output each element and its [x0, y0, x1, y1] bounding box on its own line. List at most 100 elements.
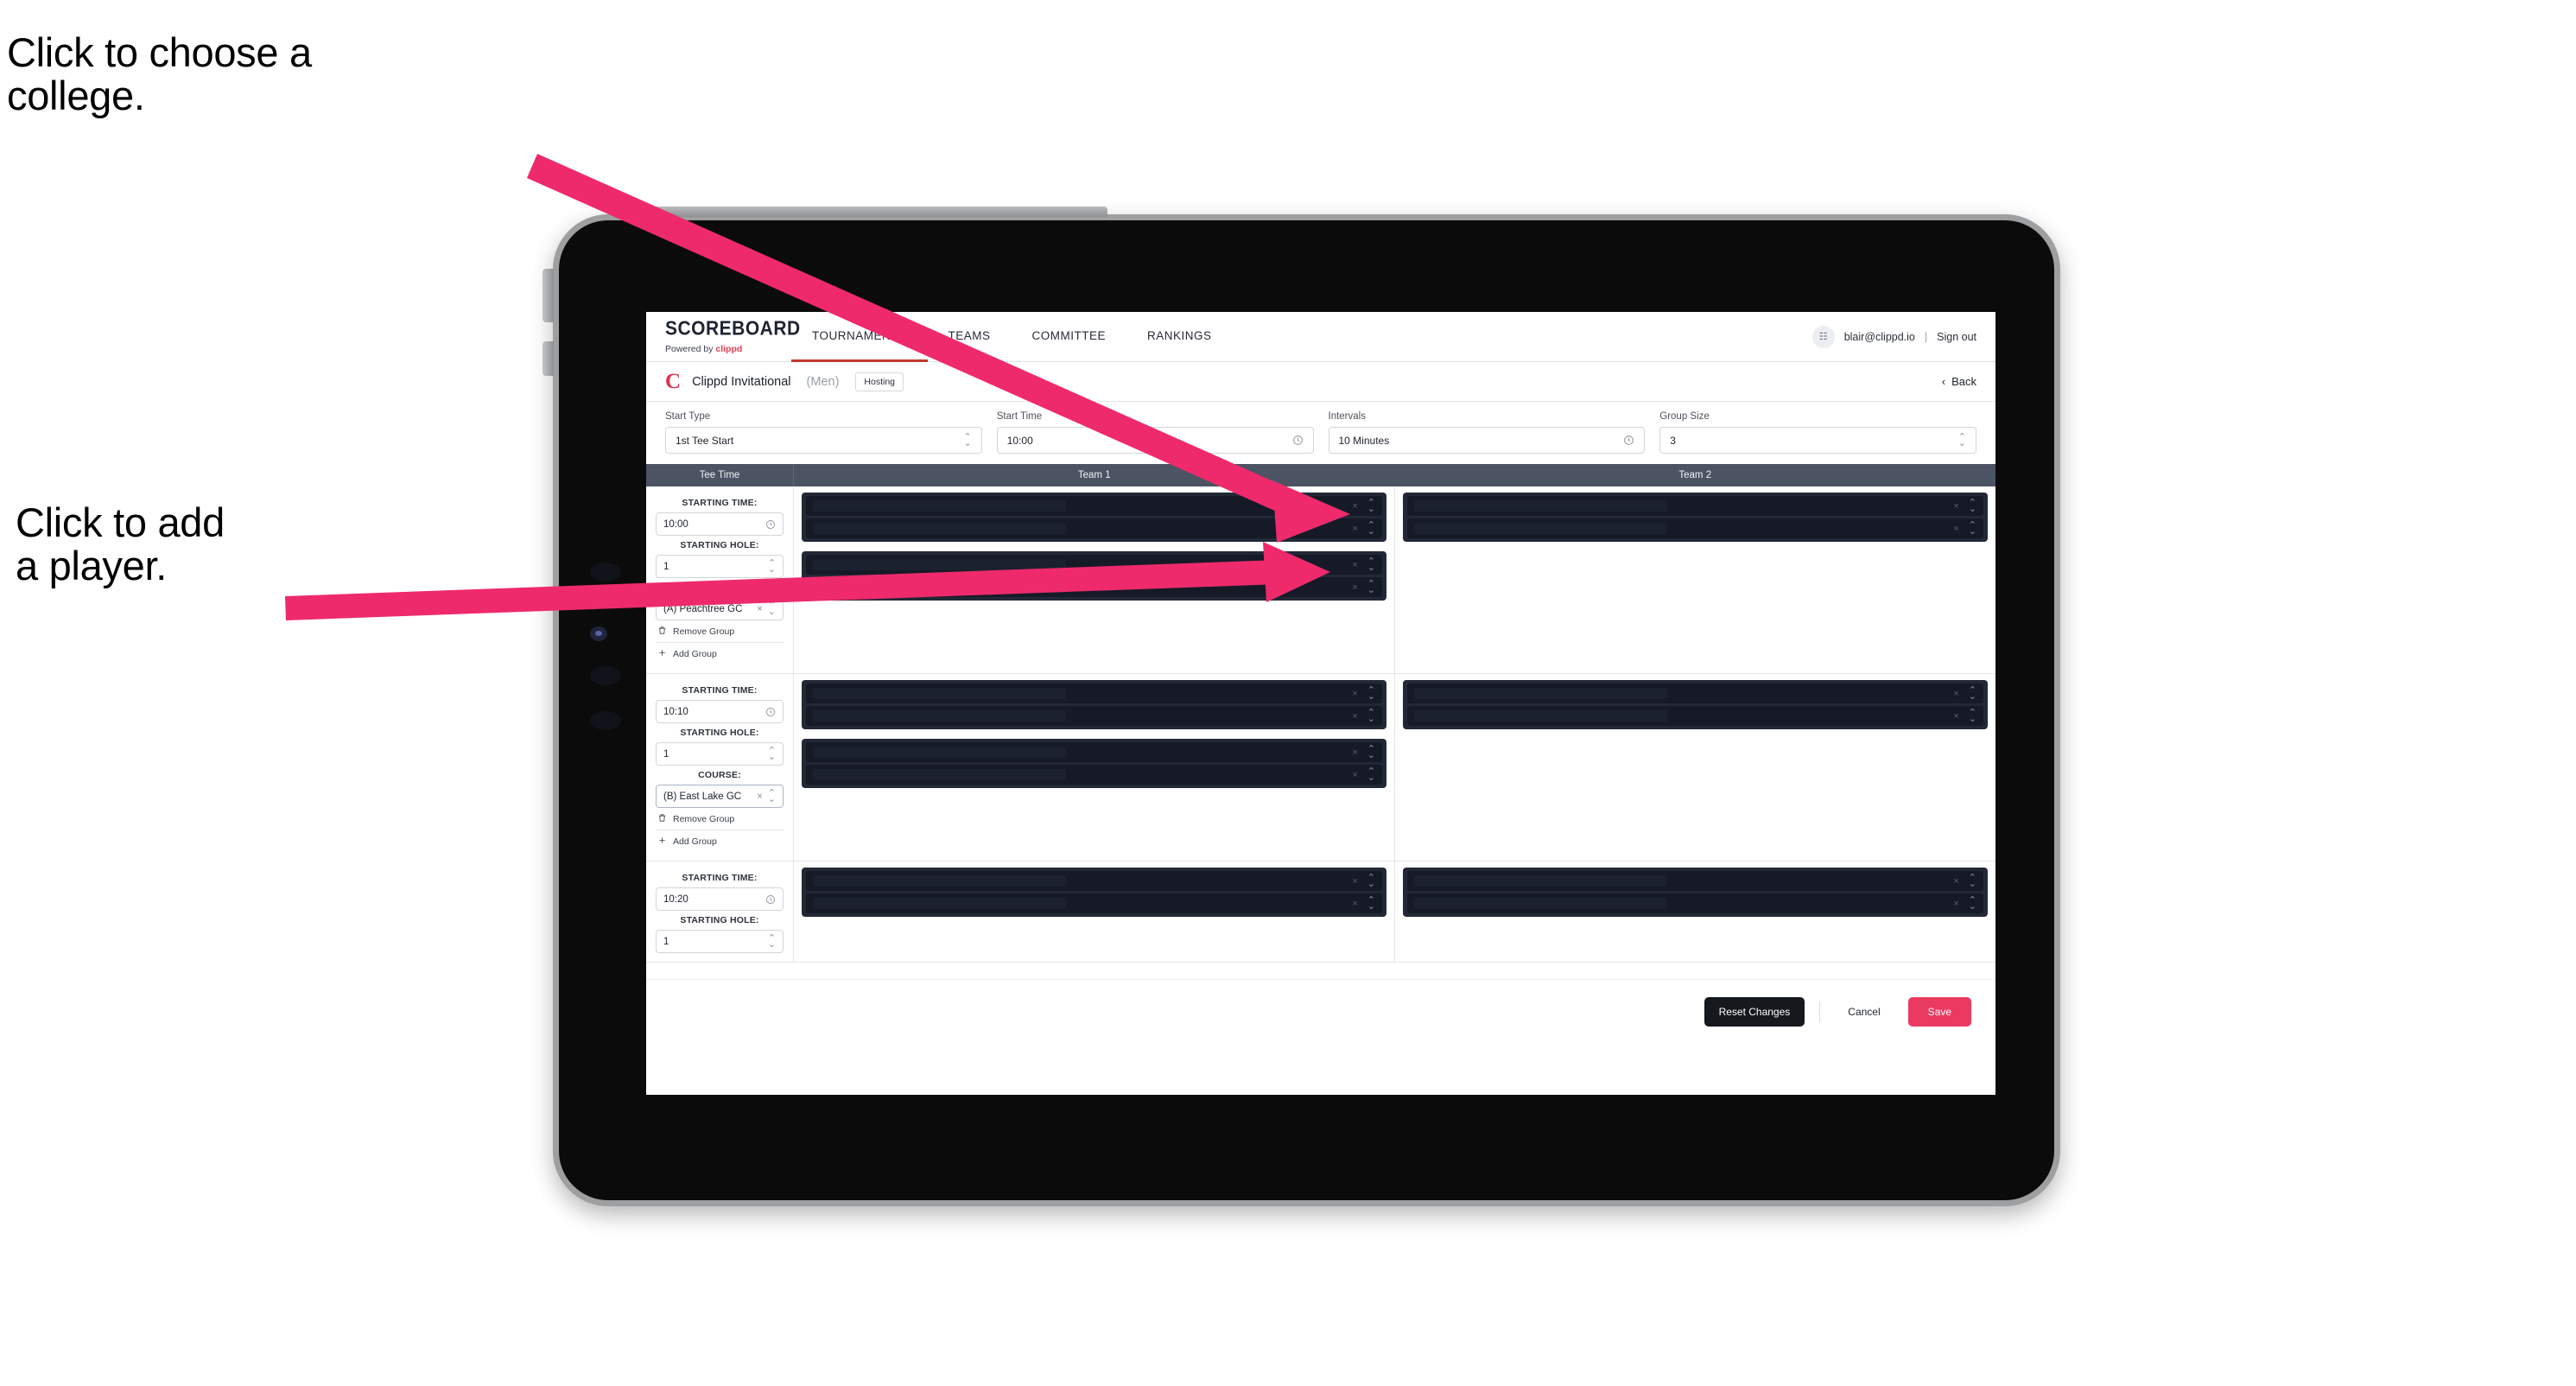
- course-select[interactable]: (B) East Lake GC × ⌃ ⌄: [656, 785, 784, 808]
- clear-player-icon[interactable]: ×: [1352, 689, 1357, 699]
- team-1-cell[interactable]: × ⌃ ⌄ × ⌃ ⌄ × ⌃ ⌄ × ⌃ ⌄: [794, 674, 1395, 861]
- player-slot[interactable]: × ⌃ ⌄: [1407, 893, 1983, 913]
- reorder-player-icon[interactable]: ⌃ ⌄: [1969, 520, 1976, 536]
- reorder-player-icon[interactable]: ⌃ ⌄: [1969, 895, 1976, 911]
- team-group-box[interactable]: × ⌃ ⌄ × ⌃ ⌄: [802, 680, 1386, 729]
- reorder-player-icon[interactable]: ⌃ ⌄: [1367, 873, 1375, 888]
- start-type-select[interactable]: 1st Tee Start ⌃ ⌄: [665, 427, 982, 454]
- clear-player-icon[interactable]: ×: [1352, 876, 1357, 887]
- team-group-box[interactable]: × ⌃ ⌄ × ⌃ ⌄: [802, 739, 1386, 788]
- back-button[interactable]: ‹ Back: [1942, 375, 1976, 388]
- clear-player-icon[interactable]: ×: [1352, 582, 1357, 593]
- save-button[interactable]: Save: [1907, 996, 1971, 1027]
- reorder-player-icon[interactable]: ⌃ ⌄: [1367, 766, 1375, 782]
- chevron-updown-icon[interactable]: ⌃ ⌄: [964, 432, 972, 448]
- starting-hole-input[interactable]: 1 ⌃ ⌄: [656, 930, 784, 953]
- clock-icon[interactable]: [765, 519, 776, 530]
- clear-player-icon[interactable]: ×: [1352, 524, 1357, 534]
- team-group-box[interactable]: × ⌃ ⌄ × ⌃ ⌄: [1403, 493, 1988, 542]
- clear-player-icon[interactable]: ×: [1953, 689, 1958, 699]
- nav-tab-teams[interactable]: TEAMS: [928, 312, 1012, 362]
- clear-course-icon[interactable]: ×: [757, 604, 763, 614]
- reorder-player-icon[interactable]: ⌃ ⌄: [1367, 556, 1375, 572]
- clock-icon[interactable]: [765, 707, 776, 717]
- player-slot[interactable]: × ⌃ ⌄: [1407, 871, 1983, 891]
- team-group-box[interactable]: × ⌃ ⌄ × ⌃ ⌄: [1403, 680, 1988, 729]
- tee-sheet-table-body[interactable]: STARTING TIME: 10:00 STARTING HOLE: 1 ⌃ ⌄ COUR…: [646, 486, 1995, 979]
- sign-out-link[interactable]: Sign out: [1937, 331, 1976, 343]
- starting-hole-input[interactable]: 1 ⌃ ⌄: [656, 742, 784, 766]
- team-group-box[interactable]: × ⌃ ⌄ × ⌃ ⌄: [802, 868, 1386, 917]
- player-slot[interactable]: × ⌃ ⌄: [1407, 706, 1983, 726]
- clear-player-icon[interactable]: ×: [1352, 770, 1357, 780]
- clear-course-icon[interactable]: ×: [757, 792, 763, 802]
- chevron-updown-icon[interactable]: ⌃ ⌄: [1958, 432, 1966, 448]
- add-group-button[interactable]: Add Group: [656, 830, 784, 852]
- chevron-updown-icon[interactable]: ⌃ ⌄: [768, 746, 776, 761]
- reorder-player-icon[interactable]: ⌃ ⌄: [1969, 873, 1976, 888]
- player-slot[interactable]: × ⌃ ⌄: [1407, 496, 1983, 516]
- clear-player-icon[interactable]: ×: [1953, 899, 1958, 909]
- brand-logo[interactable]: SCOREBOARD Powered by clippd: [646, 312, 800, 361]
- player-slot[interactable]: × ⌃ ⌄: [1407, 683, 1983, 703]
- nav-tab-tournaments[interactable]: TOURNAMENTS: [791, 312, 928, 362]
- starting-hole-input[interactable]: 1 ⌃ ⌄: [656, 555, 784, 578]
- team-2-cell[interactable]: × ⌃ ⌄ × ⌃ ⌄: [1395, 674, 1995, 861]
- nav-tab-committee[interactable]: COMMITTEE: [1012, 312, 1127, 362]
- reorder-player-icon[interactable]: ⌃ ⌄: [1969, 708, 1976, 723]
- chevron-updown-icon[interactable]: ⌃ ⌄: [768, 933, 776, 949]
- chevron-updown-icon[interactable]: ⌃ ⌄: [768, 601, 776, 616]
- reorder-player-icon[interactable]: ⌃ ⌄: [1367, 579, 1375, 594]
- add-group-button[interactable]: Add Group: [656, 642, 784, 664]
- player-slot[interactable]: × ⌃ ⌄: [806, 871, 1382, 891]
- chevron-updown-icon[interactable]: ⌃ ⌄: [768, 558, 776, 574]
- clock-icon[interactable]: [1292, 435, 1304, 446]
- avatar[interactable]: ☷: [1811, 325, 1835, 348]
- team-1-cell[interactable]: × ⌃ ⌄ × ⌃ ⌄: [794, 861, 1395, 962]
- team-group-box[interactable]: × ⌃ ⌄ × ⌃ ⌄: [802, 551, 1386, 601]
- player-slot[interactable]: × ⌃ ⌄: [806, 555, 1382, 575]
- cancel-button[interactable]: Cancel: [1835, 997, 1893, 1027]
- clear-player-icon[interactable]: ×: [1953, 711, 1958, 722]
- starting-time-input[interactable]: 10:00: [656, 512, 784, 536]
- reorder-player-icon[interactable]: ⌃ ⌄: [1969, 685, 1976, 701]
- reset-changes-button[interactable]: Reset Changes: [1704, 996, 1805, 1027]
- clear-player-icon[interactable]: ×: [1953, 501, 1958, 512]
- intervals-input[interactable]: 10 Minutes: [1328, 427, 1646, 454]
- chevron-updown-icon[interactable]: ⌃ ⌄: [768, 788, 776, 804]
- reorder-player-icon[interactable]: ⌃ ⌄: [1367, 520, 1375, 536]
- team-1-cell[interactable]: × ⌃ ⌄ × ⌃ ⌄ × ⌃ ⌄ × ⌃ ⌄: [794, 486, 1395, 673]
- remove-group-button[interactable]: Remove Group: [656, 620, 784, 642]
- start-time-input[interactable]: 10:00: [996, 427, 1314, 454]
- player-slot[interactable]: × ⌃ ⌄: [806, 683, 1382, 703]
- volume-down-button[interactable]: [542, 341, 554, 376]
- reorder-player-icon[interactable]: ⌃ ⌄: [1367, 708, 1375, 723]
- clear-player-icon[interactable]: ×: [1953, 524, 1958, 534]
- reorder-player-icon[interactable]: ⌃ ⌄: [1367, 498, 1375, 513]
- group-size-select[interactable]: 3 ⌃ ⌄: [1659, 427, 1976, 454]
- clear-player-icon[interactable]: ×: [1953, 876, 1958, 887]
- clear-player-icon[interactable]: ×: [1352, 747, 1357, 758]
- player-slot[interactable]: × ⌃ ⌄: [1407, 518, 1983, 538]
- volume-up-button[interactable]: [542, 269, 554, 322]
- team-2-cell[interactable]: × ⌃ ⌄ × ⌃ ⌄: [1395, 486, 1995, 673]
- clock-icon[interactable]: [765, 894, 776, 905]
- clear-player-icon[interactable]: ×: [1352, 711, 1357, 722]
- team-group-box[interactable]: × ⌃ ⌄ × ⌃ ⌄: [1403, 868, 1988, 917]
- clock-icon[interactable]: [1623, 435, 1634, 446]
- clear-player-icon[interactable]: ×: [1352, 899, 1357, 909]
- clear-player-icon[interactable]: ×: [1352, 501, 1357, 512]
- player-slot[interactable]: × ⌃ ⌄: [806, 577, 1382, 597]
- team-group-box[interactable]: × ⌃ ⌄ × ⌃ ⌄: [802, 493, 1386, 542]
- course-select[interactable]: (A) Peachtree GC × ⌃ ⌄: [656, 597, 784, 620]
- nav-tab-rankings[interactable]: RANKINGS: [1126, 312, 1233, 362]
- clear-player-icon[interactable]: ×: [1352, 560, 1357, 570]
- starting-time-input[interactable]: 10:10: [656, 700, 784, 723]
- player-slot[interactable]: × ⌃ ⌄: [806, 496, 1382, 516]
- reorder-player-icon[interactable]: ⌃ ⌄: [1969, 498, 1976, 513]
- reorder-player-icon[interactable]: ⌃ ⌄: [1367, 744, 1375, 760]
- player-slot[interactable]: × ⌃ ⌄: [806, 706, 1382, 726]
- reorder-player-icon[interactable]: ⌃ ⌄: [1367, 685, 1375, 701]
- team-2-cell[interactable]: × ⌃ ⌄ × ⌃ ⌄: [1395, 861, 1995, 962]
- starting-time-input[interactable]: 10:20: [656, 887, 784, 911]
